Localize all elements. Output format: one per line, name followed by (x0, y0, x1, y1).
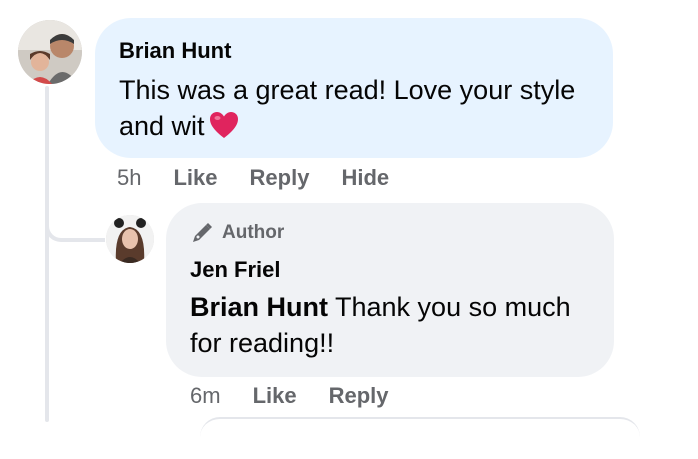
reply-actions: 6m Like Reply (190, 383, 421, 409)
avatar[interactable] (106, 215, 154, 263)
hide-button[interactable]: Hide (341, 165, 389, 191)
pen-icon (193, 223, 212, 242)
avatar-photo (106, 215, 154, 263)
reply-author-name[interactable]: Jen Friel (190, 257, 590, 283)
reply-bubble: Author Jen Friel Brian Hunt Thank you so… (166, 203, 614, 377)
comment-timestamp[interactable]: 5h (117, 165, 141, 191)
reply-text: Brian Hunt Thank you so much for reading… (190, 289, 590, 361)
next-comment-edge (200, 417, 640, 459)
comment-actions: 5h Like Reply Hide (117, 165, 421, 191)
avatar-photo (18, 20, 82, 84)
author-badge: Author (190, 219, 590, 247)
reply-button[interactable]: Reply (250, 165, 310, 191)
comment-text: This was a great read! Love your style a… (119, 72, 589, 148)
mention-link[interactable]: Brian Hunt (190, 292, 328, 322)
comment-body: This was a great read! Love your style a… (119, 75, 576, 141)
reply-button[interactable]: Reply (329, 383, 389, 409)
comment-bubble: Brian Hunt This was a great read! Love y… (95, 18, 613, 158)
author-badge-label: Author (222, 222, 285, 243)
avatar[interactable] (18, 20, 82, 84)
reply-timestamp[interactable]: 6m (190, 383, 221, 409)
comment-author-name[interactable]: Brian Hunt (119, 38, 589, 64)
like-button[interactable]: Like (253, 383, 297, 409)
thread-line (45, 86, 49, 422)
heart-icon (209, 111, 239, 148)
like-button[interactable]: Like (173, 165, 217, 191)
reply-connector (45, 200, 105, 242)
